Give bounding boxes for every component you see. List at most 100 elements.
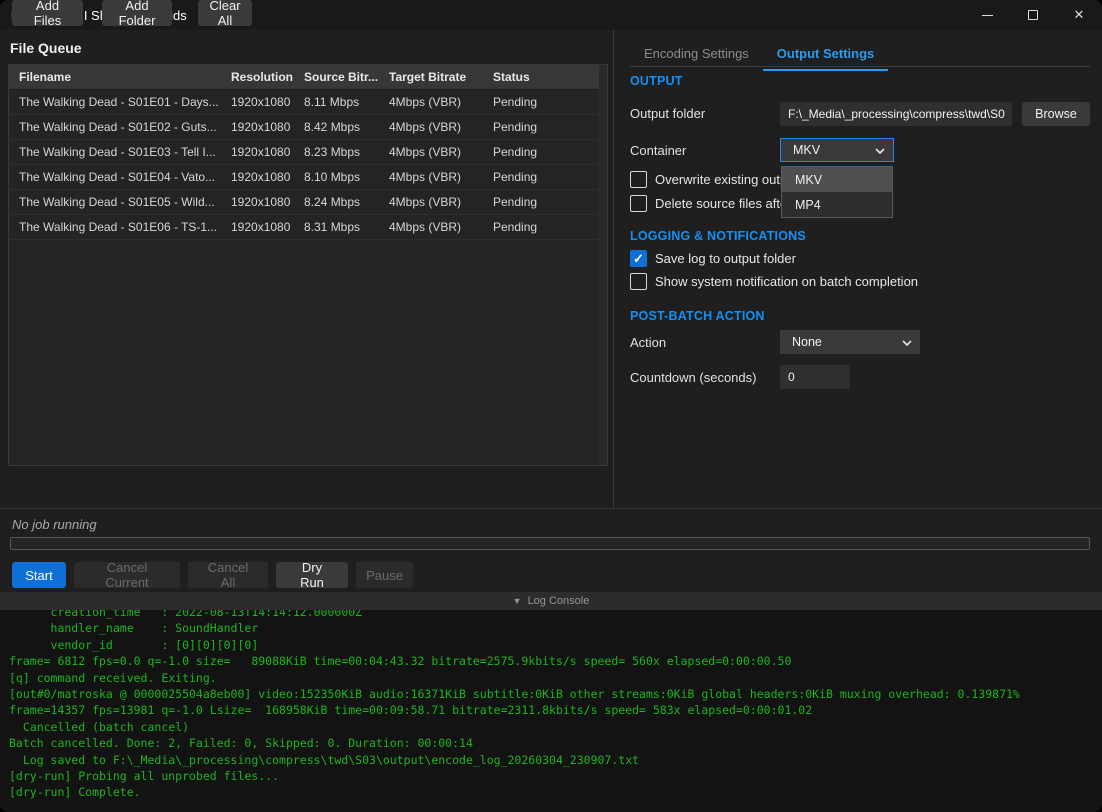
col-source-bitrate: Source Bitr... <box>304 70 389 84</box>
log-line: frame= 6812 fps=0.0 q=-1.0 size= 89088Ki… <box>9 653 1102 669</box>
col-resolution: Resolution <box>231 70 304 84</box>
minimize-icon <box>982 15 993 16</box>
job-status-text: No job running <box>12 517 97 532</box>
notify-label: Show system notification on batch comple… <box>655 274 918 289</box>
status-divider <box>0 508 1102 509</box>
dropdown-option-mkv[interactable]: MKV <box>782 167 892 192</box>
browse-button[interactable]: Browse <box>1022 102 1090 126</box>
cell-resolution: 1920x1080 <box>231 195 304 209</box>
chevron-down-icon <box>902 335 912 349</box>
log-line: [dry-run] Probing all unprobed files... <box>9 768 1102 784</box>
cell-target-bitrate: 4Mbps (VBR) <box>389 145 493 159</box>
table-row[interactable]: The Walking Dead - S01E02 - Guts... 1920… <box>9 115 607 140</box>
table-row[interactable]: The Walking Dead - S01E01 - Days... 1920… <box>9 90 607 115</box>
table-row[interactable]: The Walking Dead - S01E03 - Tell I... 19… <box>9 140 607 165</box>
cancel-current-button[interactable]: Cancel Current <box>74 562 180 588</box>
cell-target-bitrate: 4Mbps (VBR) <box>389 195 493 209</box>
log-line: vendor_id : [0][0][0][0] <box>9 637 1102 653</box>
output-section-header: OUTPUT <box>630 74 683 88</box>
cell-target-bitrate: 4Mbps (VBR) <box>389 170 493 184</box>
cell-resolution: 1920x1080 <box>231 220 304 234</box>
add-files-button[interactable]: Add Files <box>12 0 83 26</box>
cell-status: Pending <box>493 120 607 134</box>
table-scrollbar[interactable] <box>599 65 607 465</box>
log-line: [dry-run] Complete. <box>9 784 1102 800</box>
save-log-label: Save log to output folder <box>655 251 796 266</box>
minimize-button[interactable] <box>964 0 1010 30</box>
action-selected-value: None <box>792 335 822 349</box>
cell-source-bitrate: 8.24 Mbps <box>304 195 389 209</box>
cell-source-bitrate: 8.31 Mbps <box>304 220 389 234</box>
container-label: Container <box>630 143 686 158</box>
action-select[interactable]: None <box>780 330 920 354</box>
add-folder-button[interactable]: Add Folder <box>102 0 172 26</box>
logging-section-header: LOGGING & NOTIFICATIONS <box>630 229 806 243</box>
check-icon: ✓ <box>633 251 644 267</box>
table-row[interactable]: The Walking Dead - S01E05 - Wild... 1920… <box>9 190 607 215</box>
countdown-input[interactable]: 0 <box>780 365 850 389</box>
log-line: frame=14357 fps=13981 q=-1.0 Lsize= 1689… <box>9 702 1102 718</box>
log-line: [out#0/matroska @ 0000025504a8eb00] vide… <box>9 686 1102 702</box>
table-header: Filename Resolution Source Bitr... Targe… <box>9 65 607 90</box>
table-row[interactable]: The Walking Dead - S01E04 - Vato... 1920… <box>9 165 607 190</box>
cell-status: Pending <box>493 220 607 234</box>
cell-target-bitrate: 4Mbps (VBR) <box>389 220 493 234</box>
collapse-triangle-icon: ▼ <box>513 596 522 606</box>
col-status: Status <box>493 70 607 84</box>
cell-filename: The Walking Dead - S01E03 - Tell I... <box>9 145 231 159</box>
pause-button[interactable]: Pause <box>356 562 413 588</box>
tab-separator <box>630 66 1090 67</box>
container-select[interactable]: MKV <box>780 138 894 162</box>
cell-status: Pending <box>493 145 607 159</box>
log-line: [q] command received. Exiting. <box>9 670 1102 686</box>
log-console-title: Log Console <box>528 595 590 607</box>
col-filename: Filename <box>9 70 231 84</box>
output-folder-input[interactable]: F:\_Media\_processing\compress\twd\S0 <box>780 102 1012 126</box>
progress-bar <box>10 537 1090 550</box>
cell-status: Pending <box>493 195 607 209</box>
dropdown-option-mp4[interactable]: MP4 <box>782 192 892 217</box>
start-button[interactable]: Start <box>12 562 66 588</box>
cell-source-bitrate: 8.23 Mbps <box>304 145 389 159</box>
close-icon: ✕ <box>1074 7 1085 23</box>
delete-source-label: Delete source files after <box>655 196 792 211</box>
file-queue-title: File Queue <box>10 40 82 56</box>
maximize-button[interactable] <box>1010 0 1056 30</box>
overwrite-checkbox[interactable] <box>630 171 647 188</box>
cell-filename: The Walking Dead - S01E05 - Wild... <box>9 195 231 209</box>
cell-filename: The Walking Dead - S01E01 - Days... <box>9 95 231 109</box>
cell-resolution: 1920x1080 <box>231 170 304 184</box>
cell-source-bitrate: 8.10 Mbps <box>304 170 389 184</box>
chevron-down-icon <box>875 143 885 157</box>
overwrite-label: Overwrite existing output <box>655 172 798 187</box>
close-button[interactable]: ✕ <box>1056 0 1102 30</box>
log-console-output[interactable]: creation_time : 2022-08-13T14:14:12.0000… <box>0 610 1102 812</box>
cell-filename: The Walking Dead - S01E06 - TS-1... <box>9 220 231 234</box>
postbatch-section-header: POST-BATCH ACTION <box>630 309 765 323</box>
dry-run-button[interactable]: Dry Run <box>276 562 348 588</box>
cell-status: Pending <box>493 95 607 109</box>
maximize-icon <box>1028 10 1038 20</box>
file-queue-table: Filename Resolution Source Bitr... Targe… <box>8 64 608 466</box>
cancel-all-button[interactable]: Cancel All <box>188 562 268 588</box>
cell-source-bitrate: 8.42 Mbps <box>304 120 389 134</box>
log-line: creation_time : 2022-08-13T14:14:12.0000… <box>9 610 1102 620</box>
container-selected-value: MKV <box>793 143 820 157</box>
settings-panel: Encoding Settings Output Settings OUTPUT… <box>618 30 1102 508</box>
notify-checkbox[interactable] <box>630 273 647 290</box>
save-log-checkbox[interactable]: ✓ <box>630 250 647 267</box>
log-line: handler_name : SoundHandler <box>9 620 1102 636</box>
cell-filename: The Walking Dead - S01E04 - Vato... <box>9 170 231 184</box>
log-console-header[interactable]: ▼ Log Console <box>0 592 1102 610</box>
output-folder-label: Output folder <box>630 106 705 121</box>
app-window: Honey, I Shrunk The Vids ✕ File Queue Fi… <box>0 0 1102 812</box>
delete-source-checkbox[interactable] <box>630 195 647 212</box>
clear-all-button[interactable]: Clear All <box>198 0 252 26</box>
cell-resolution: 1920x1080 <box>231 120 304 134</box>
cell-resolution: 1920x1080 <box>231 95 304 109</box>
log-line: Batch cancelled. Done: 2, Failed: 0, Ski… <box>9 735 1102 751</box>
table-row[interactable]: The Walking Dead - S01E06 - TS-1... 1920… <box>9 215 607 240</box>
countdown-label: Countdown (seconds) <box>630 370 756 385</box>
panel-divider <box>613 30 614 508</box>
col-target-bitrate: Target Bitrate <box>389 70 493 84</box>
